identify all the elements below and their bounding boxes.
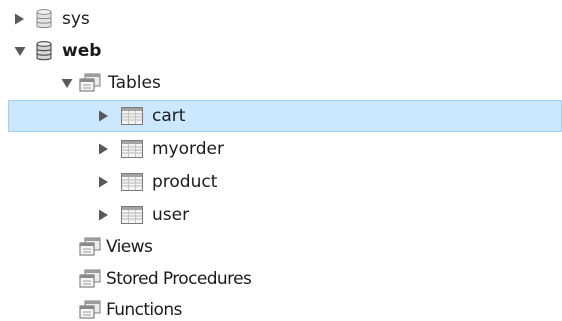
table-icon	[121, 166, 143, 198]
folder-tables-icon	[79, 67, 101, 99]
database-icon	[35, 3, 53, 35]
expand-arrow-icon[interactable]	[97, 100, 109, 132]
schema-label: web	[62, 41, 102, 61]
table-label: cart	[152, 106, 186, 126]
table-node-cart[interactable]: cart	[8, 100, 562, 132]
schema-node-web[interactable]: web	[0, 35, 562, 67]
table-label: product	[152, 172, 218, 192]
table-node-product[interactable]: product	[0, 166, 562, 198]
group-node-tables[interactable]: Tables	[0, 67, 562, 99]
expand-arrow-icon[interactable]	[97, 166, 109, 198]
group-node-stored-procedures[interactable]: Stored Procedures	[0, 263, 562, 295]
collapse-arrow-icon[interactable]	[61, 67, 73, 99]
table-label: user	[152, 205, 190, 225]
group-label: Stored Procedures	[106, 269, 252, 289]
group-label: Tables	[108, 73, 161, 93]
table-label: myorder	[152, 139, 224, 159]
expand-arrow-icon[interactable]	[13, 3, 25, 35]
schema-node-sys[interactable]: sys	[0, 3, 562, 35]
group-node-views[interactable]: Views	[0, 231, 562, 263]
table-icon	[121, 133, 143, 165]
table-icon	[121, 100, 143, 132]
collapse-arrow-icon[interactable]	[14, 35, 26, 67]
expand-arrow-icon[interactable]	[97, 133, 109, 165]
table-icon	[121, 199, 143, 231]
group-label: Views	[106, 237, 153, 257]
schema-label: sys	[62, 9, 90, 29]
expand-arrow-icon[interactable]	[97, 199, 109, 231]
schema-navigator-tree: sys web Tables cart myorder product user…	[0, 0, 562, 321]
folder-views-icon	[79, 231, 101, 263]
group-node-functions[interactable]: Functions	[0, 294, 562, 321]
group-label: Functions	[106, 300, 182, 320]
table-node-user[interactable]: user	[0, 199, 562, 231]
folder-functions-icon	[79, 294, 101, 321]
database-icon	[35, 35, 53, 67]
folder-procedures-icon	[79, 263, 101, 295]
table-node-myorder[interactable]: myorder	[0, 133, 562, 165]
